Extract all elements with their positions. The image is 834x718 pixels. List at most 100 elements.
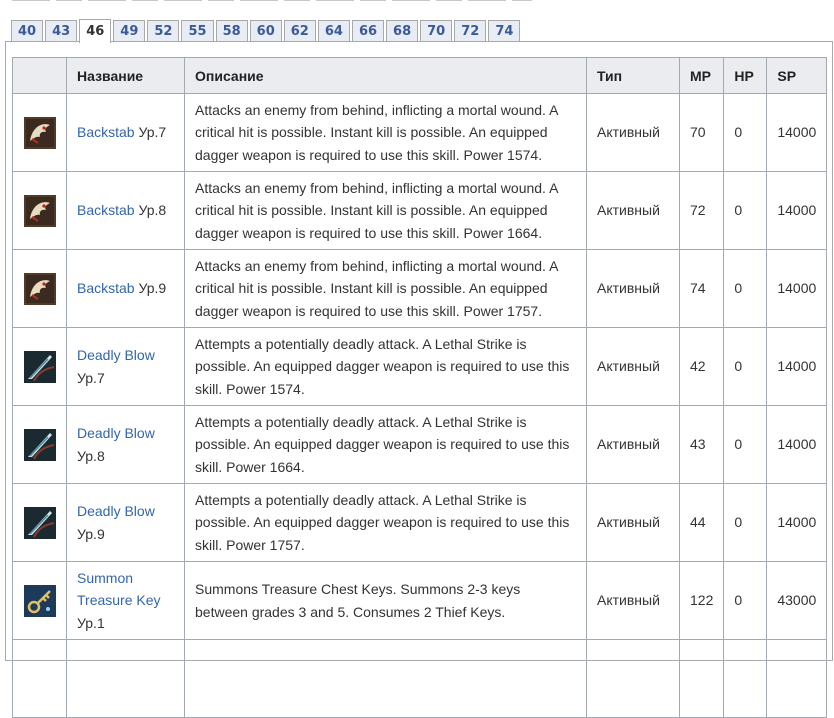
skill-level: Ур.7 [138,124,167,141]
skills-table: Название Описание Тип MP HP SP Backstab … [12,57,828,718]
skill-sp: 14000 [766,93,828,172]
backstab-icon [23,272,56,305]
skill-link[interactable]: Deadly Blow [77,425,155,441]
deadly-blow-icon [23,350,56,383]
tab-40[interactable]: 40 [11,20,44,42]
tab-60[interactable]: 60 [249,20,282,42]
cropped-text-above [0,0,834,4]
skill-sp: 43000 [766,561,828,640]
empty-cell [66,639,185,718]
skill-level: Ур.9 [77,525,105,542]
skill-name-cell: Deadly Blow Ур.9 [66,483,185,562]
tab-70[interactable]: 70 [420,20,453,42]
empty-cell [766,639,828,718]
skill-level: Ур.7 [77,369,105,386]
skill-type: Активный [586,561,680,640]
table-row-partial [12,639,828,718]
table-row: Backstab Ур.9 Attacks an enemy from behin… [12,249,828,328]
table-header-row: Название Описание Тип MP HP SP [12,57,828,94]
tab-64[interactable]: 64 [317,20,350,42]
skill-link[interactable]: Backstab [77,202,135,218]
skill-link[interactable]: Backstab [77,124,135,140]
table-row: Summon Treasure Key Ур.1 Summons Treasure… [12,561,828,640]
skill-link[interactable]: Deadly Blow [77,347,155,363]
skill-description: Attacks an enemy from behind, inflicting… [184,171,587,250]
tab-55[interactable]: 55 [181,20,214,42]
skill-icon-cell [12,405,67,484]
header-description: Описание [184,57,587,94]
skill-icon-cell [12,483,67,562]
skill-link[interactable]: Deadly Blow [77,503,155,519]
skill-description: Attacks an enemy from behind, inflicting… [184,93,587,172]
deadly-blow-icon [23,506,56,539]
skill-icon-cell [12,93,67,172]
skill-sp: 14000 [766,327,828,406]
skill-mp: 74 [678,249,725,328]
header-hp: HP [723,57,768,94]
header-sp: SP [766,57,828,94]
skill-name-cell: Backstab Ур.9 [66,249,185,328]
table-row: Backstab Ур.8 Attacks an enemy from behin… [12,171,828,250]
skill-icon-cell [12,171,67,250]
skill-mp: 42 [678,327,725,406]
skill-type: Активный [586,171,680,250]
skill-hp: 0 [723,93,768,172]
skill-type: Активный [586,405,680,484]
skill-level: Ур.8 [138,202,167,219]
skill-description: Summons Treasure Chest Keys. Summons 2-3… [184,561,587,640]
tab-62[interactable]: 62 [283,20,316,42]
header-type: Тип [586,57,680,94]
skill-sp: 14000 [766,483,828,562]
header-mp: MP [678,57,725,94]
table-row: Backstab Ур.7 Attacks an enemy from behin… [12,93,828,172]
skill-icon-cell [12,249,67,328]
deadly-blow-icon [23,428,56,461]
skill-name-cell: Deadly Blow Ур.7 [66,327,185,406]
header-name: Название [66,57,185,94]
skill-type: Активный [586,327,680,406]
skill-mp: 70 [678,93,725,172]
skill-hp: 0 [723,483,768,562]
skill-hp: 0 [723,249,768,328]
skill-hp: 0 [723,327,768,406]
tab-58[interactable]: 58 [215,20,248,42]
backstab-icon [23,116,56,149]
tab-43[interactable]: 43 [45,20,78,42]
skill-link[interactable]: Summon Treasure Key [77,570,161,609]
tab-68[interactable]: 68 [386,20,419,42]
skill-link[interactable]: Backstab [77,280,135,296]
skill-sp: 14000 [766,405,828,484]
empty-cell [12,639,67,718]
skill-mp: 44 [678,483,725,562]
skill-name-cell: Backstab Ур.7 [66,93,185,172]
tab-74[interactable]: 74 [488,20,521,42]
skill-icon-cell [12,561,67,640]
tab-66[interactable]: 66 [351,20,385,42]
table-row: Deadly Blow Ур.8 Attempts a potentially d… [12,405,828,484]
skill-level: Ур.9 [138,280,167,297]
skill-type: Активный [586,249,680,328]
skill-mp: 122 [678,561,725,640]
table-row: Deadly Blow Ур.9 Attempts a potentially d… [12,483,828,562]
skill-name-cell: Summon Treasure Key Ур.1 [66,561,185,640]
skill-name-cell: Backstab Ур.8 [66,171,185,250]
tab-52[interactable]: 52 [147,20,180,42]
backstab-icon [23,194,56,227]
skill-sp: 14000 [766,171,828,250]
skill-name-cell: Deadly Blow Ур.8 [66,405,185,484]
tab-72[interactable]: 72 [454,20,487,42]
skill-hp: 0 [723,561,768,640]
level-tabs: 40 43 46 49 52 55 58 60 62 64 66 68 70 72 74 [11,18,522,43]
skill-hp: 0 [723,405,768,484]
key-icon [23,584,56,617]
skill-mp: 72 [678,171,725,250]
skill-description: Attacks an enemy from behind, inflicting… [184,249,587,328]
skill-hp: 0 [723,171,768,250]
table-row: Deadly Blow Ур.7 Attempts a potentially d… [12,327,828,406]
tab-46[interactable]: 46 [79,19,112,43]
tab-49[interactable]: 49 [113,20,146,42]
skill-sp: 14000 [766,249,828,328]
skill-icon-cell [12,327,67,406]
skill-description: Attempts a potentially deadly attack. A … [184,405,587,484]
skill-mp: 43 [678,405,725,484]
